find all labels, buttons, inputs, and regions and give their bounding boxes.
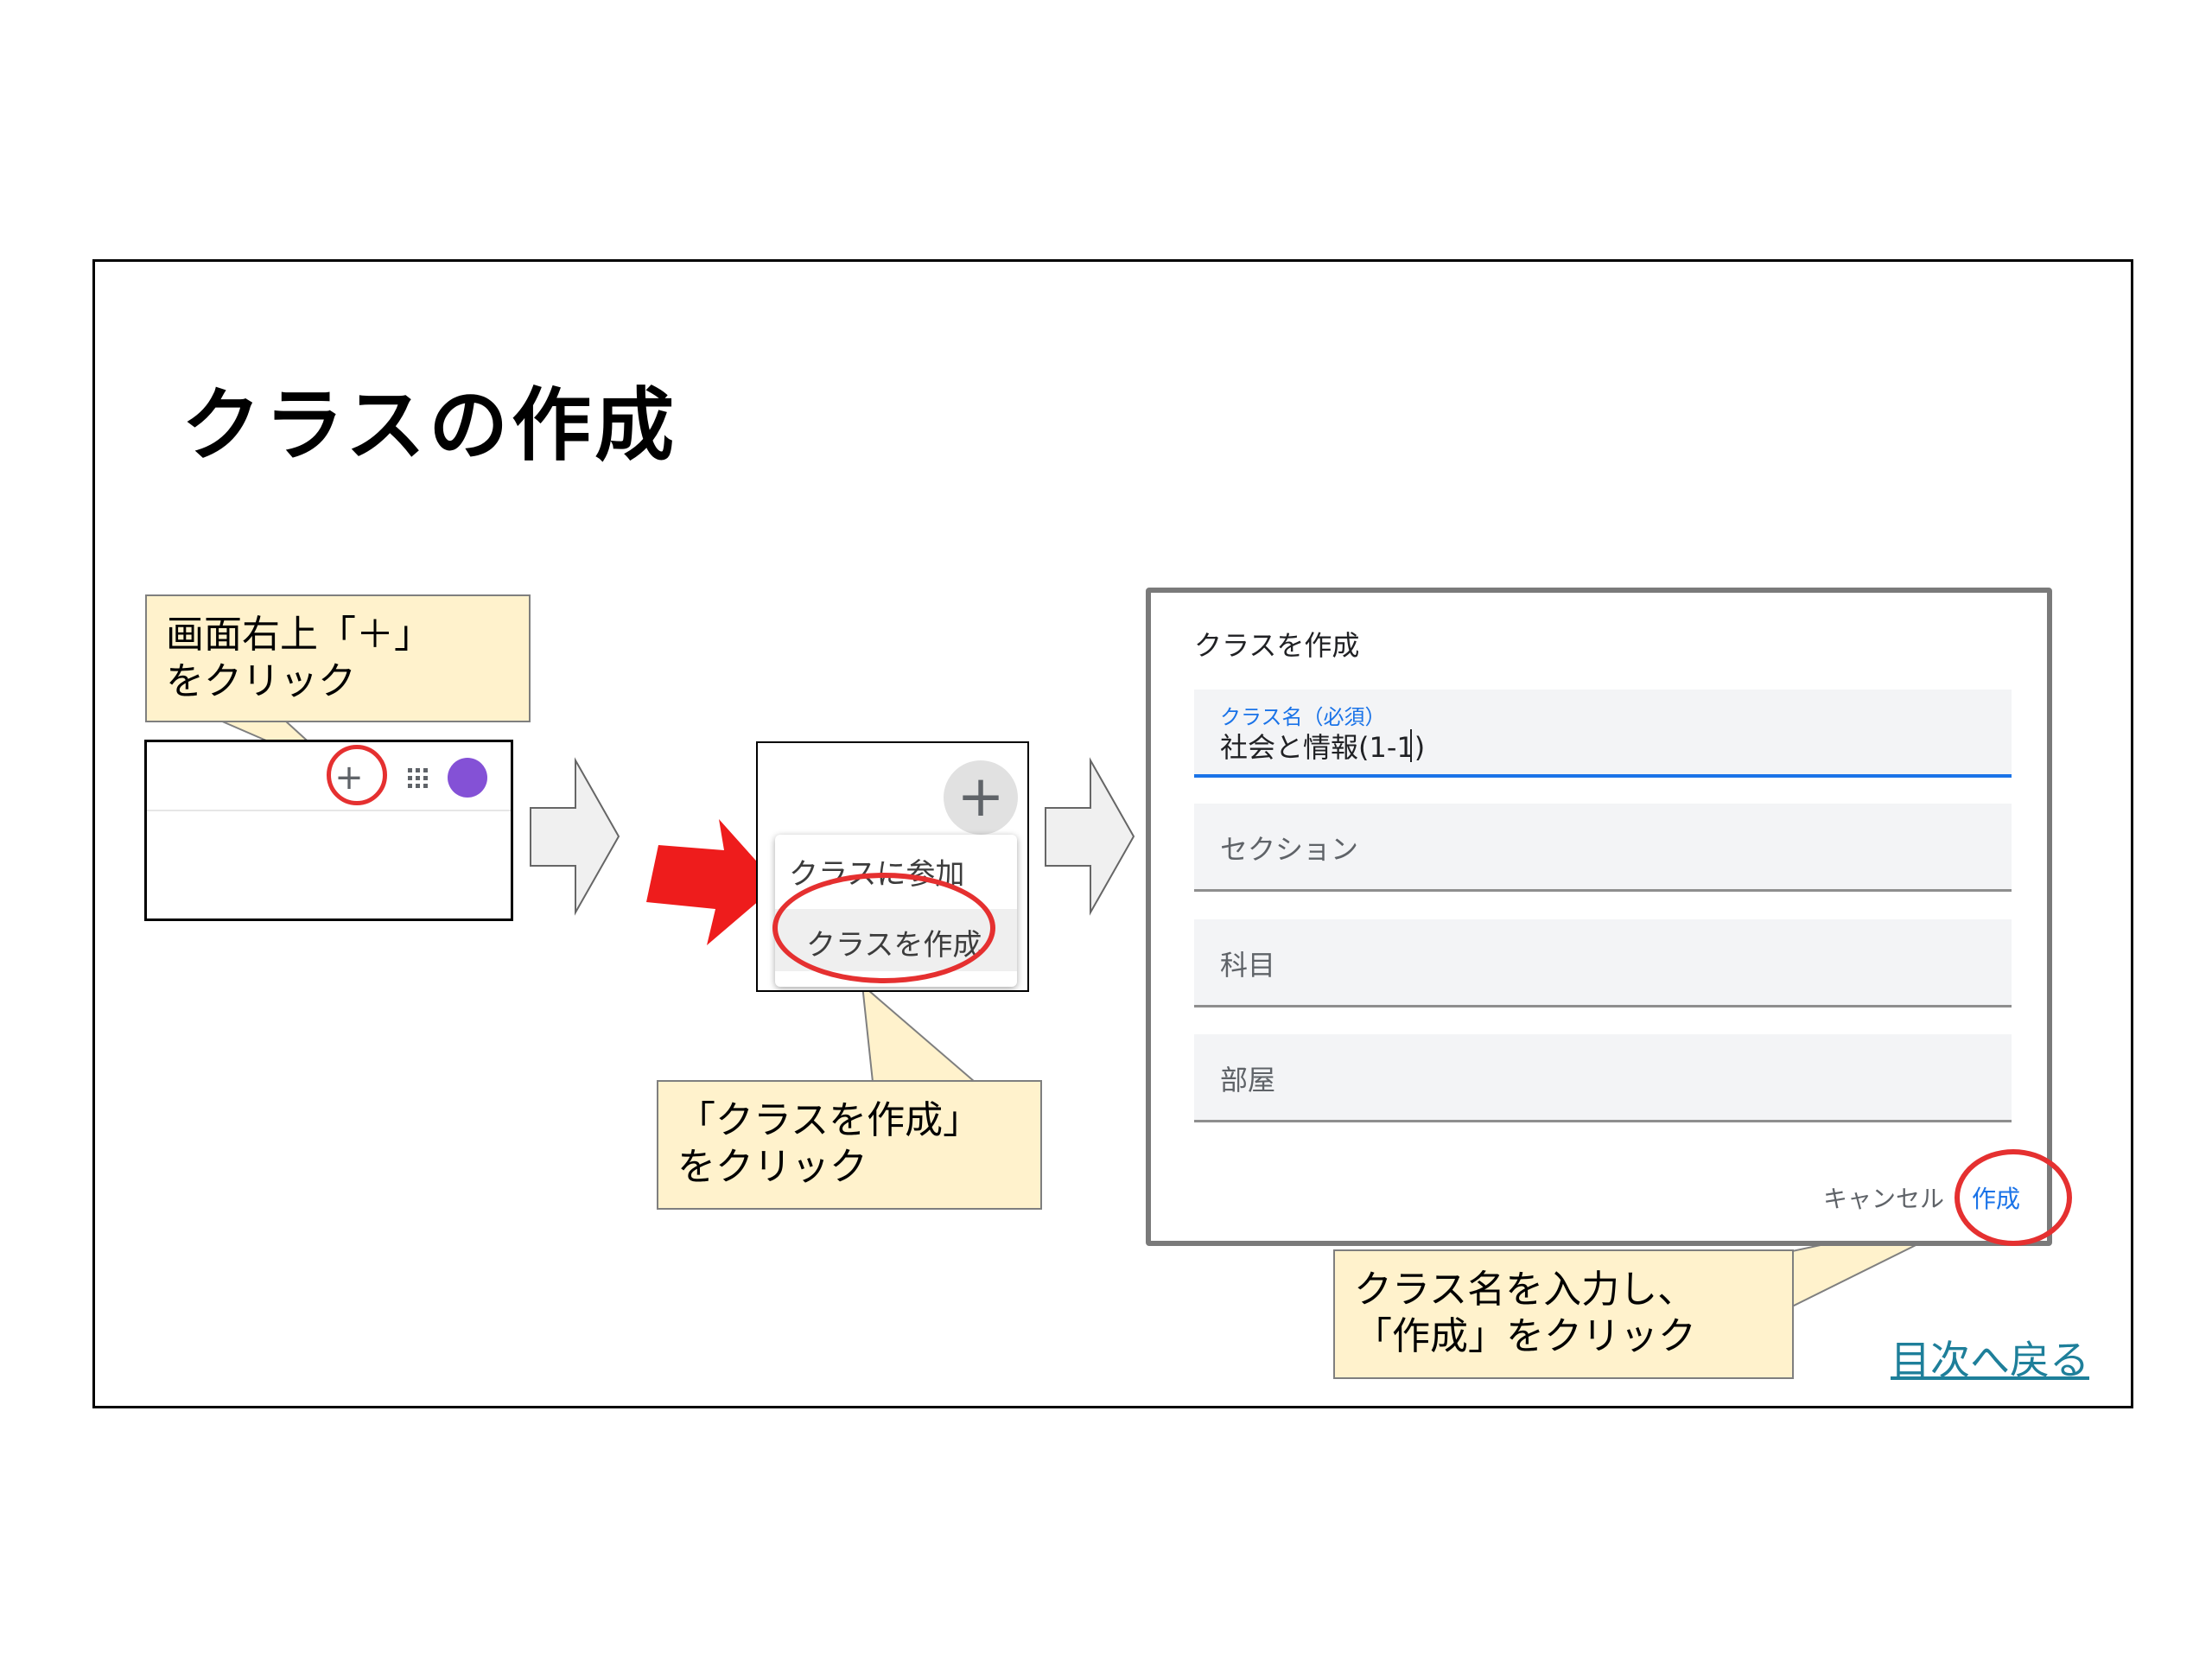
callout-line: をクリック — [166, 659, 356, 703]
section-placeholder: セクション — [1220, 833, 1359, 866]
room-field[interactable]: 部屋 — [1194, 1034, 2012, 1122]
class-name-field[interactable]: クラス名（必須） 社会と情報(1-1) — [1194, 690, 2012, 778]
callout-step2: 「クラスを作成」 をクリック — [657, 1080, 1042, 1210]
callout-step1: 画面右上「＋」 をクリック — [145, 594, 531, 722]
avatar[interactable] — [448, 758, 487, 798]
dialog-title: クラスを作成 — [1194, 629, 1360, 662]
flow-arrow-icon — [1045, 757, 1135, 916]
callout-pointer — [861, 982, 977, 1083]
callout-line: 「作成」をクリック — [1354, 1314, 1696, 1358]
plus-icon[interactable]: + — [944, 760, 1018, 835]
section-field[interactable]: セクション — [1194, 804, 2012, 892]
cancel-button[interactable]: キャンセル — [1823, 1180, 1944, 1215]
subject-placeholder: 科目 — [1220, 949, 1276, 982]
callout-line: クラス名を入力し、 — [1354, 1268, 1696, 1312]
apps-grid-glyph — [408, 768, 428, 788]
highlight-ellipse — [772, 873, 995, 983]
flow-arrow-icon — [530, 757, 620, 916]
subject-field[interactable]: 科目 — [1194, 919, 2012, 1007]
text-caret — [1410, 729, 1412, 762]
apps-grid-icon[interactable] — [403, 763, 434, 794]
toolbar-divider — [147, 810, 511, 811]
highlight-circle — [1955, 1149, 2072, 1246]
class-name-value[interactable]: 社会と情報(1-1) — [1220, 726, 1425, 766]
callout-step3: クラス名を入力し、 「作成」をクリック — [1333, 1249, 1794, 1379]
back-to-toc-link[interactable]: 目次へ戻る — [1891, 1329, 2089, 1386]
callout-line: をクリック — [677, 1145, 868, 1189]
callout-line: 画面右上「＋」 — [166, 613, 432, 657]
create-class-dialog: クラスを作成 クラス名（必須） 社会と情報(1-1) セクション 科目 部屋 キ… — [1146, 588, 2052, 1246]
callout-line: 「クラスを作成」 — [677, 1098, 982, 1142]
room-placeholder: 部屋 — [1220, 1064, 1276, 1096]
highlight-circle — [327, 745, 387, 805]
